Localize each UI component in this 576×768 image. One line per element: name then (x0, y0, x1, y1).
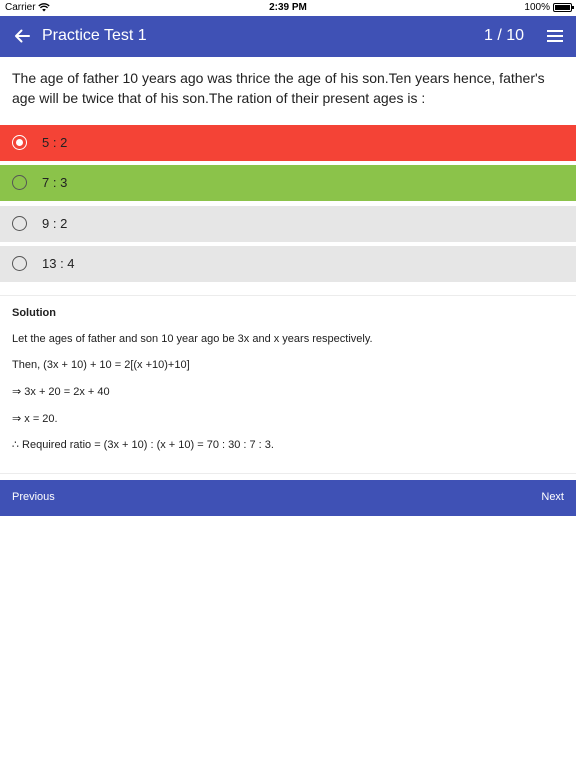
answer-option-label: 5 : 2 (42, 135, 68, 150)
answer-option-label: 13 : 4 (42, 256, 75, 271)
battery-percentage: 100% (524, 2, 550, 13)
answer-option-1[interactable]: 5 : 2 (0, 125, 576, 161)
answer-option-2[interactable]: 7 : 3 (0, 165, 576, 201)
radio-unselected-icon[interactable] (12, 216, 27, 231)
answer-option-label: 9 : 2 (42, 216, 68, 231)
status-bar: Carrier 2:39 PM 100% (0, 0, 576, 16)
radio-unselected-icon[interactable] (12, 256, 27, 271)
radio-selected-icon[interactable] (12, 135, 27, 150)
solution-line: ∴ Required ratio = (3x + 10) : (x + 10) … (12, 439, 274, 451)
solution-line: ⇒ x = 20. (12, 413, 58, 425)
radio-unselected-icon[interactable] (12, 175, 27, 190)
solution-heading: Solution (12, 307, 56, 319)
clock: 2:39 PM (269, 2, 307, 13)
question-text: The age of father 10 years ago was thric… (12, 70, 545, 106)
page-title: Practice Test 1 (42, 27, 147, 44)
arrow-left-icon[interactable] (12, 26, 32, 46)
hamburger-menu-icon[interactable] (546, 28, 564, 44)
answer-option-label: 7 : 3 (42, 175, 68, 190)
divider (0, 295, 576, 296)
solution-line: ⇒ 3x + 20 = 2x + 40 (12, 386, 110, 398)
next-button[interactable]: Next (541, 491, 564, 503)
question-counter: 1 / 10 (484, 27, 525, 44)
divider (0, 473, 576, 474)
solution-line: Let the ages of father and son 10 year a… (12, 333, 373, 345)
app-bar: Practice Test 1 1 / 10 (0, 16, 576, 57)
battery-icon (553, 3, 574, 12)
previous-button[interactable]: Previous (12, 491, 55, 503)
answer-option-3[interactable]: 9 : 2 (0, 206, 576, 242)
solution-line: Then, (3x + 10) + 10 = 2[(x +10)+10] (12, 359, 190, 371)
answer-option-4[interactable]: 13 : 4 (0, 246, 576, 282)
bottom-navigation: Previous Next (0, 480, 576, 516)
